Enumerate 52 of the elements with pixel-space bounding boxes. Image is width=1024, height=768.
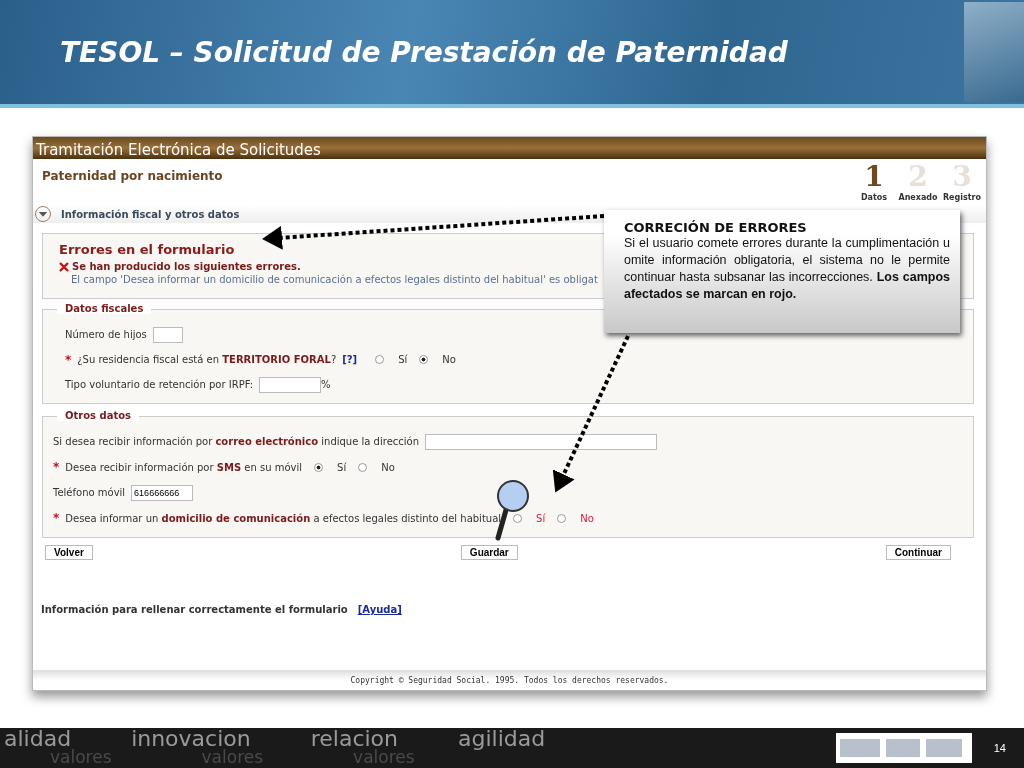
- page-number: 14: [993, 742, 1006, 754]
- option-label[interactable]: No: [381, 461, 395, 473]
- option-label[interactable]: No: [580, 512, 594, 524]
- option-label[interactable]: Sí: [536, 512, 546, 524]
- fieldset-legend: Otros datos: [57, 410, 140, 421]
- field-label: Teléfono móvil: [53, 487, 126, 499]
- footer-word: agilidad: [458, 729, 546, 748]
- radio-button[interactable]: [419, 355, 429, 364]
- error-title: Errores en el formulario: [59, 242, 235, 257]
- help-link[interactable]: [?]: [342, 354, 358, 365]
- radio-button[interactable]: [314, 462, 324, 472]
- required-mark: *: [53, 511, 60, 526]
- field-label: ¿Su residencia fiscal está en TERRITORIO FORAL?: [77, 354, 337, 365]
- section-label[interactable]: Información fiscal y otros datos: [61, 208, 240, 220]
- option-label[interactable]: Sí: [398, 354, 408, 365]
- copyright-text: Copyright © Seguridad Social. 1995. Todos los derechos reservados.: [350, 675, 669, 685]
- radio-button[interactable]: [358, 462, 368, 472]
- field-label: Número de hijos: [65, 329, 147, 340]
- footer-word: alidad: [4, 729, 72, 748]
- callout-title: CORRECIÓN DE ERRORES: [624, 220, 808, 235]
- form-button[interactable]: Volver: [45, 545, 93, 560]
- radio-button[interactable]: [513, 513, 523, 523]
- page-heading: Paternidad por nacimiento: [42, 169, 223, 183]
- help-link[interactable]: [Ayuda]: [357, 604, 402, 615]
- field-label: Tipo voluntario de retención por IRPF:: [65, 379, 254, 390]
- field-label: Desea informar un domicilio de comunicación a efectos legales distinto del habitual: [65, 512, 502, 524]
- footer-word: relacion: [310, 729, 398, 748]
- input-field[interactable]: 616666666: [131, 484, 194, 501]
- unit-label: %: [321, 379, 331, 390]
- callout-text: Si el usuario comete errores durante la cumplimentación u omite información obligatoria, el sistema no le permite continuar hasta subsanar las incorrecciones. Los campos afectados se marcan en rojo.: [624, 235, 950, 303]
- option-label[interactable]: Sí: [337, 461, 347, 473]
- footer-word: innovacion: [131, 729, 251, 748]
- required-mark: *: [65, 352, 72, 367]
- error-message: El campo 'Desea informar un domicilio de comunicación a efectos legales distinto del habitual' es obligat: [71, 274, 598, 285]
- form-button[interactable]: Continuar: [885, 545, 951, 560]
- required-mark: *: [53, 460, 60, 475]
- field-label: Desea recibir información por SMS en su móvil: [65, 461, 303, 473]
- input-field[interactable]: [152, 326, 183, 343]
- option-label[interactable]: No: [442, 354, 456, 365]
- input-field[interactable]: [259, 376, 322, 393]
- app-banner: Tramitación Electrónica de Solicitudes: [33, 137, 986, 159]
- error-heading: Se han producido los siguientes errores.: [72, 261, 301, 272]
- form-button[interactable]: Guardar: [460, 545, 518, 560]
- cross-icon: [59, 261, 69, 272]
- radio-button[interactable]: [557, 513, 567, 523]
- input-field[interactable]: [425, 433, 658, 450]
- help-text: Información para rellenar correctamente el formulario: [41, 604, 348, 615]
- field-label: Si desea recibir información por correo electrónico indique la dirección: [53, 436, 420, 448]
- radio-button[interactable]: [375, 355, 385, 364]
- step-tab[interactable]: 1 Datos: [854, 161, 894, 202]
- slide-title: TESOL – Solicitud de Prestación de Paternidad: [60, 35, 788, 69]
- fieldset-legend: Datos fiscales: [57, 303, 152, 314]
